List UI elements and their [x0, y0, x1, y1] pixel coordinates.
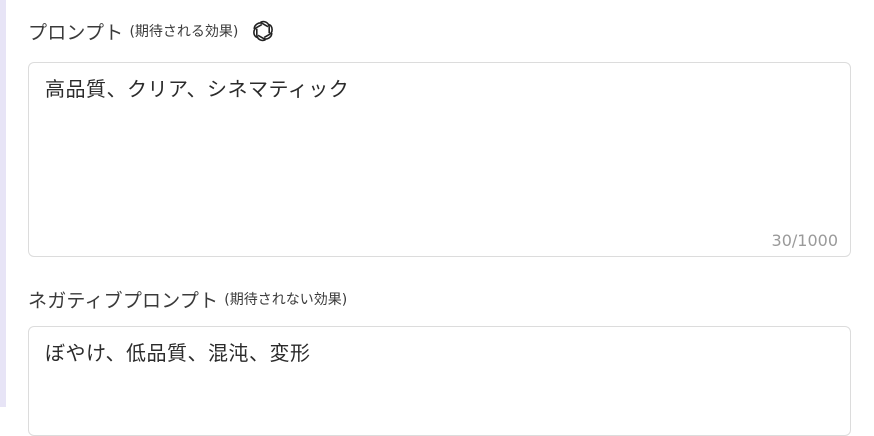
- negative-prompt-sublabel: (期待されない効果): [224, 292, 348, 308]
- negative-prompt-label: ネガティブプロンプト: [28, 289, 219, 312]
- prompt-label-row: プロンプト (期待される効果): [28, 16, 851, 46]
- negative-prompt-section: ネガティブプロンプト (期待されない効果) ぼやけ、低品質、混沌、変形: [28, 284, 851, 436]
- negative-prompt-label-row: ネガティブプロンプト (期待されない効果): [28, 284, 851, 314]
- negative-prompt-textarea[interactable]: ぼやけ、低品質、混沌、変形: [28, 326, 851, 436]
- left-accent-bar: [0, 0, 6, 407]
- negative-prompt-text: ぼやけ、低品質、混沌、変形: [45, 341, 311, 365]
- prompt-section: プロンプト (期待される効果) 高品質、クリア、シネマティック 30/1000: [28, 16, 851, 257]
- openai-icon[interactable]: [250, 18, 276, 44]
- prompt-textarea[interactable]: 高品質、クリア、シネマティック 30/1000: [28, 62, 851, 257]
- prompt-text: 高品質、クリア、シネマティック: [45, 77, 350, 101]
- prompt-sublabel: (期待される効果): [129, 24, 239, 40]
- prompt-char-count: 30/1000: [771, 231, 838, 250]
- prompt-label: プロンプト: [28, 21, 124, 44]
